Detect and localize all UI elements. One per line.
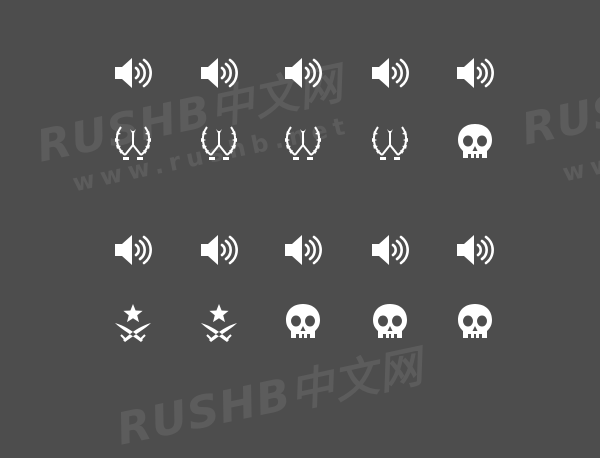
speaker-icon[interactable] xyxy=(111,228,155,272)
watermark-brand: RUSHB中文网 xyxy=(517,40,600,156)
ct-emblem-icon xyxy=(368,121,412,165)
t-emblem-icon xyxy=(197,301,241,345)
skull-icon xyxy=(368,301,412,345)
speaker-icon[interactable] xyxy=(281,228,325,272)
speaker-icon[interactable] xyxy=(368,228,412,272)
watermark-brand: RUSHB中文网 xyxy=(112,340,428,456)
speaker-icon[interactable] xyxy=(368,51,412,95)
ct-emblem-icon xyxy=(281,121,325,165)
speaker-icon[interactable] xyxy=(281,51,325,95)
skull-icon xyxy=(453,301,497,345)
speaker-icon[interactable] xyxy=(111,51,155,95)
ct-emblem-icon xyxy=(197,121,241,165)
skull-icon xyxy=(453,121,497,165)
speaker-icon[interactable] xyxy=(453,228,497,272)
ct-emblem-icon xyxy=(111,121,155,165)
watermark-url: www.rushb.net xyxy=(560,101,600,188)
speaker-icon[interactable] xyxy=(197,51,241,95)
speaker-icon[interactable] xyxy=(453,51,497,95)
skull-icon xyxy=(281,301,325,345)
speaker-icon[interactable] xyxy=(197,228,241,272)
t-emblem-icon xyxy=(111,301,155,345)
